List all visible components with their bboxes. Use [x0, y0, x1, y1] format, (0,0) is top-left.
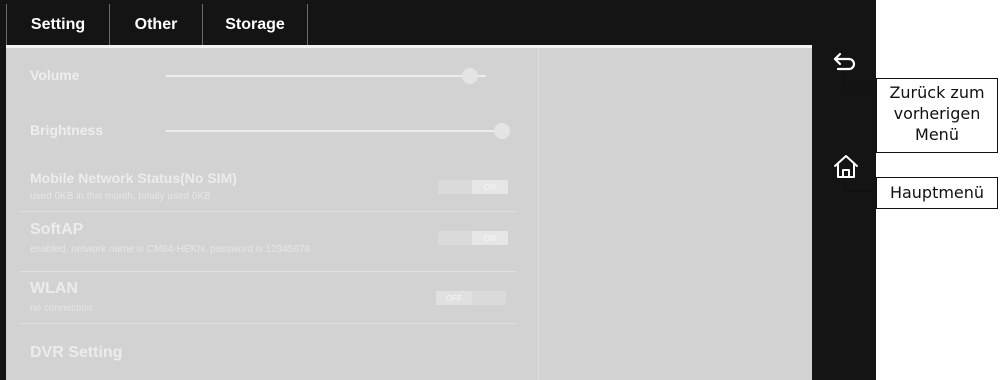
mobile-network-title: Mobile Network Status(No SIM) [30, 170, 237, 186]
divider [20, 211, 516, 212]
divider [20, 271, 516, 272]
brightness-slider[interactable] [166, 123, 510, 139]
back-button[interactable] [832, 50, 860, 76]
softap-toggle[interactable]: ON [438, 231, 508, 245]
divider [20, 323, 516, 324]
wlan-toggle-state: OFF [436, 291, 472, 305]
back-callout-line [843, 87, 877, 89]
back-callout: Zurück zum vorherigen Menü [876, 78, 998, 153]
brightness-label: Brightness [30, 122, 104, 138]
wlan-toggle[interactable]: OFF [436, 291, 506, 305]
back-arrow-icon [833, 52, 856, 71]
tab-setting[interactable]: Setting [6, 4, 110, 45]
home-callout-line [843, 190, 877, 192]
softap-subtitle: enabled, network name is CM84-HEKN, pass… [30, 244, 311, 255]
tab-bar: Setting Other Storage [6, 4, 308, 45]
brightness-slider-knob[interactable] [494, 123, 510, 139]
wlan-title: WLAN [30, 280, 78, 297]
mobile-network-toggle-state: ON [472, 180, 508, 194]
wlan-subtitle: no connection [30, 303, 93, 314]
settings-panel: Volume Brightness Mobile Network Status(… [6, 48, 812, 380]
volume-label: Volume [30, 67, 80, 83]
mobile-network-subtitle: used 0KB in this month, totally used 0KB [30, 191, 211, 202]
settings-list: Volume Brightness Mobile Network Status(… [6, 48, 539, 380]
home-button[interactable] [832, 153, 860, 181]
device-screen: Setting Other Storage Volume Brightness … [0, 0, 876, 380]
softap-title: SoftAP [30, 221, 84, 238]
tab-storage[interactable]: Storage [203, 4, 308, 45]
tab-other[interactable]: Other [110, 4, 203, 45]
softap-toggle-state: ON [472, 231, 508, 245]
home-icon [834, 155, 858, 178]
volume-slider-knob[interactable] [462, 68, 478, 84]
mobile-network-toggle[interactable]: ON [438, 180, 508, 194]
home-callout: Hauptmenü [876, 177, 998, 209]
volume-slider[interactable] [166, 68, 486, 84]
dvr-setting-title[interactable]: DVR Setting [30, 344, 122, 362]
